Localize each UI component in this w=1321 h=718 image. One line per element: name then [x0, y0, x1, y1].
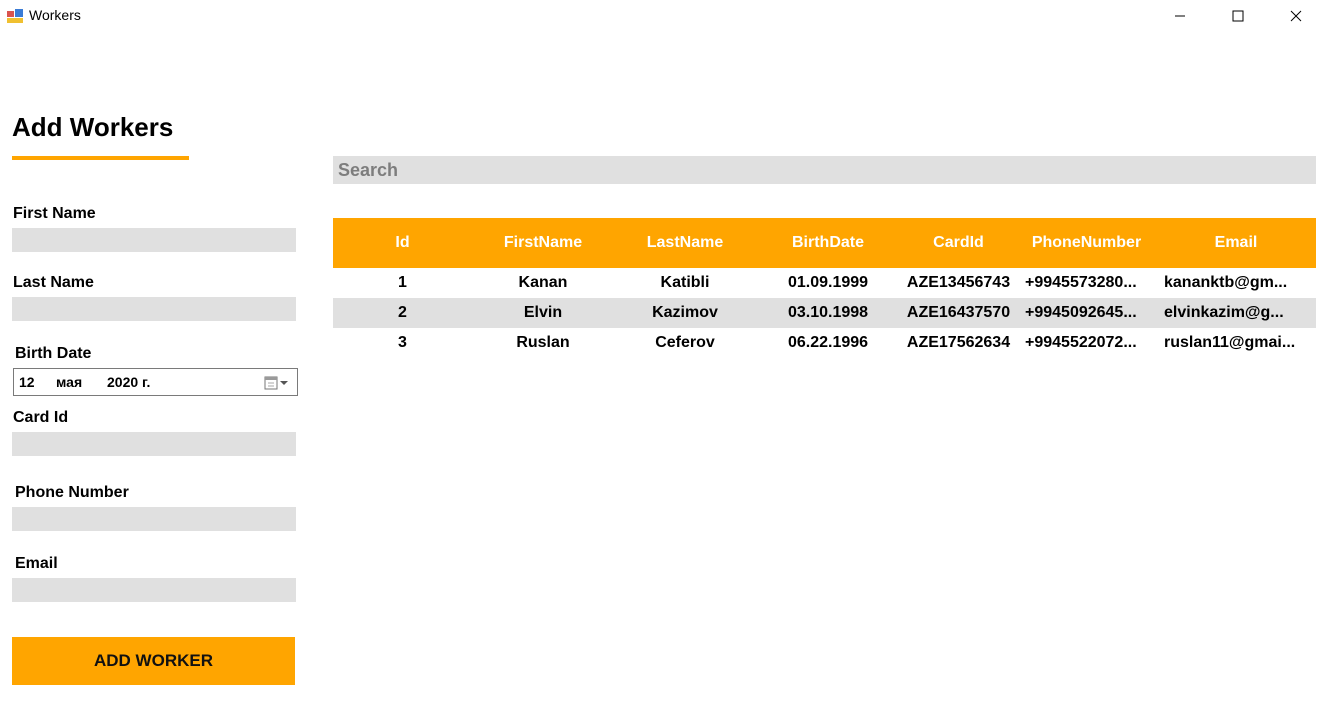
- minimize-icon[interactable]: [1157, 0, 1203, 32]
- column-header-cardid[interactable]: CardId: [900, 218, 1017, 268]
- column-header-id[interactable]: Id: [333, 218, 472, 268]
- close-icon[interactable]: [1273, 0, 1319, 32]
- first-name-field[interactable]: [12, 228, 296, 252]
- card-id-field[interactable]: [12, 432, 296, 456]
- add-worker-button[interactable]: ADD WORKER: [12, 637, 295, 685]
- cell-lastname[interactable]: Katibli: [614, 268, 756, 298]
- page-title: Add Workers: [12, 112, 174, 142]
- first-name-label: First Name: [13, 205, 96, 222]
- birth-date-month[interactable]: мая: [56, 374, 82, 390]
- search-input[interactable]: [333, 156, 1316, 184]
- phone-number-field[interactable]: [12, 507, 296, 531]
- cell-lastname[interactable]: Kazimov: [614, 298, 756, 328]
- window-title: Workers: [29, 7, 81, 23]
- title-bar: Workers: [0, 0, 1321, 32]
- column-header-firstname[interactable]: FirstName: [472, 218, 614, 268]
- cell-firstname[interactable]: Kanan: [472, 268, 614, 298]
- cell-id[interactable]: 3: [333, 328, 472, 358]
- phone-number-label: Phone Number: [15, 484, 129, 501]
- cell-email[interactable]: elvinkazim@g...: [1156, 298, 1316, 328]
- cell-email[interactable]: kananktb@gm...: [1156, 268, 1316, 298]
- cell-phonenumber[interactable]: +9945092645...: [1017, 298, 1156, 328]
- cell-phonenumber[interactable]: +9945522072...: [1017, 328, 1156, 358]
- cell-id[interactable]: 1: [333, 268, 472, 298]
- maximize-icon[interactable]: [1215, 0, 1261, 32]
- cell-birthdate[interactable]: 03.10.1998: [756, 298, 900, 328]
- birth-date-picker[interactable]: 12 мая 2020 г.: [13, 368, 298, 396]
- column-header-lastname[interactable]: LastName: [614, 218, 756, 268]
- cell-birthdate[interactable]: 06.22.1996: [756, 328, 900, 358]
- column-header-email[interactable]: Email: [1156, 218, 1316, 268]
- heading-underline: [12, 156, 189, 160]
- email-label: Email: [15, 555, 58, 572]
- cell-birthdate[interactable]: 01.09.1999: [756, 268, 900, 298]
- cell-id[interactable]: 2: [333, 298, 472, 328]
- workers-table[interactable]: Id FirstName LastName BirthDate CardId P…: [333, 218, 1316, 358]
- table-header: Id FirstName LastName BirthDate CardId P…: [333, 218, 1316, 268]
- cell-cardid[interactable]: AZE13456743: [900, 268, 1017, 298]
- cell-cardid[interactable]: AZE16437570: [900, 298, 1017, 328]
- app-icon: [7, 9, 23, 23]
- column-header-birthdate[interactable]: BirthDate: [756, 218, 900, 268]
- column-header-phonenumber[interactable]: PhoneNumber: [1017, 218, 1156, 268]
- table-row[interactable]: 2 Elvin Kazimov 03.10.1998 AZE16437570 +…: [333, 298, 1316, 328]
- cell-email[interactable]: ruslan11@gmai...: [1156, 328, 1316, 358]
- last-name-label: Last Name: [13, 274, 94, 291]
- cell-phonenumber[interactable]: +9945573280...: [1017, 268, 1156, 298]
- cell-cardid[interactable]: AZE17562634: [900, 328, 1017, 358]
- card-id-label: Card Id: [13, 409, 69, 426]
- birth-date-year[interactable]: 2020 г.: [107, 374, 150, 390]
- cell-firstname[interactable]: Elvin: [472, 298, 614, 328]
- birth-date-label: Birth Date: [15, 345, 92, 362]
- birth-date-day[interactable]: 12: [19, 374, 35, 390]
- email-field[interactable]: [12, 578, 296, 602]
- last-name-field[interactable]: [12, 297, 296, 321]
- table-row[interactable]: 3 Ruslan Ceferov 06.22.1996 AZE17562634 …: [333, 328, 1316, 358]
- table-row[interactable]: 1 Kanan Katibli 01.09.1999 AZE13456743 +…: [333, 268, 1316, 298]
- cell-firstname[interactable]: Ruslan: [472, 328, 614, 358]
- calendar-dropdown-icon[interactable]: [264, 375, 292, 391]
- cell-lastname[interactable]: Ceferov: [614, 328, 756, 358]
